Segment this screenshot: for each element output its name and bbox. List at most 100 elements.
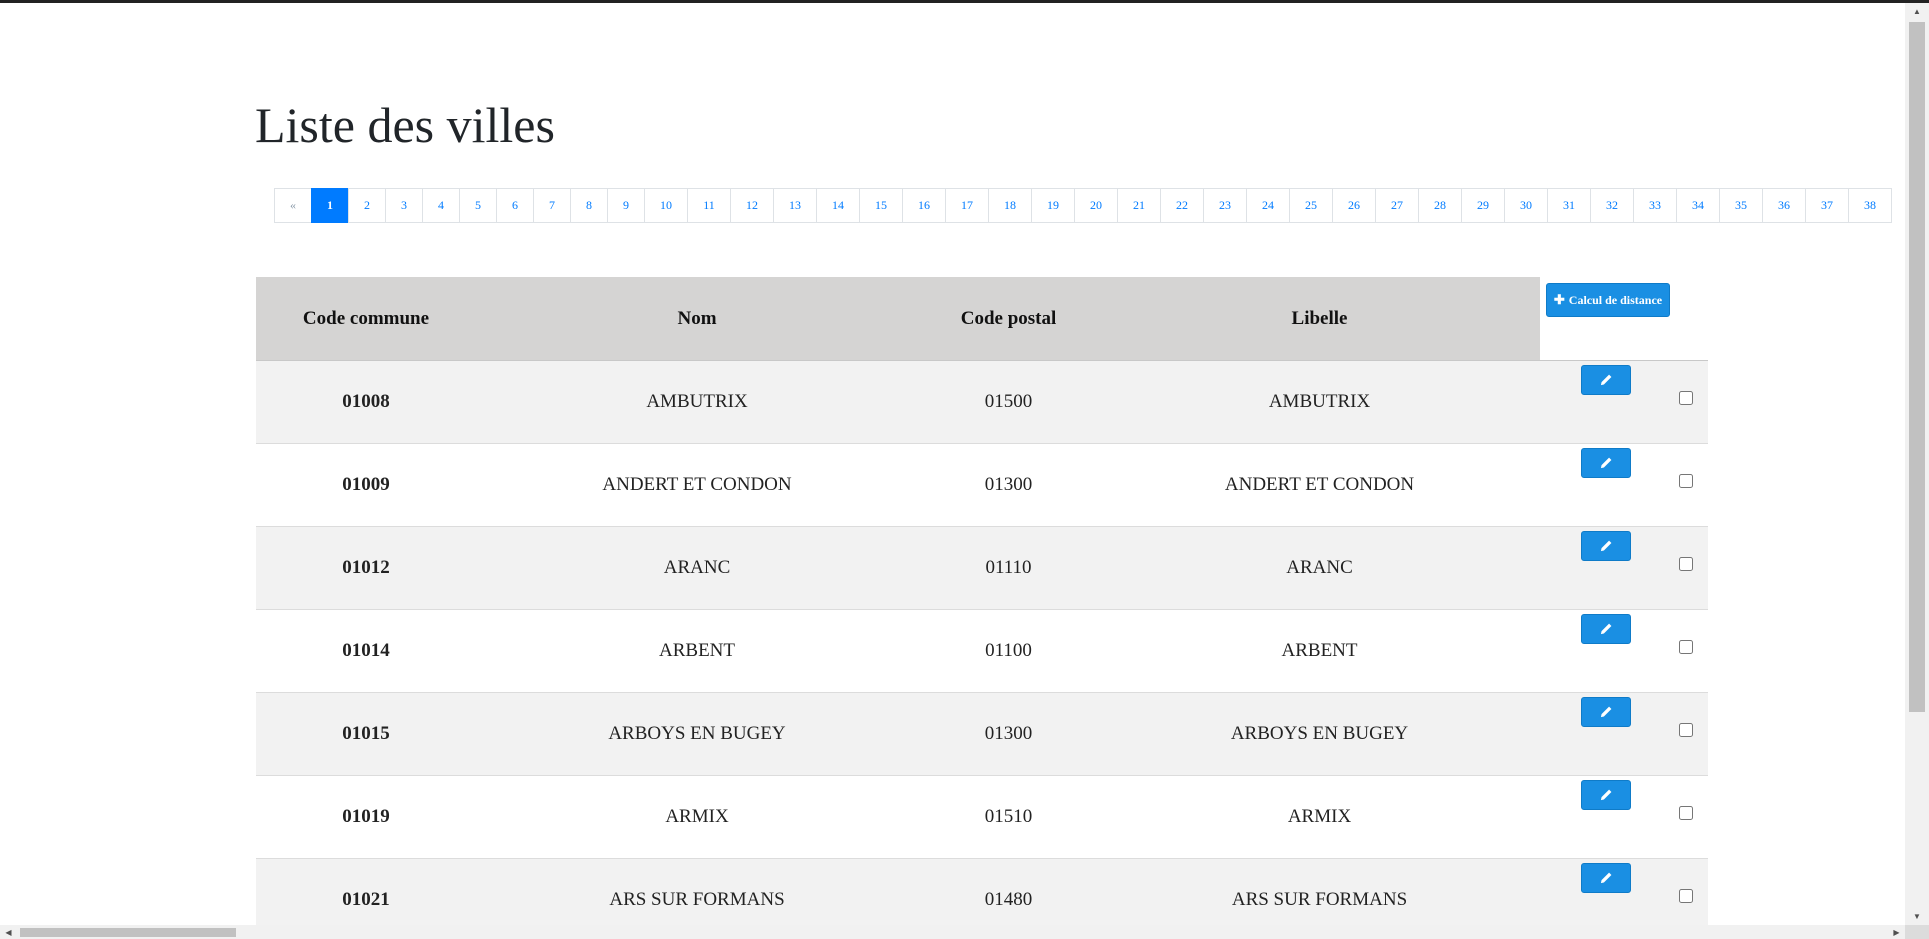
table-body: 01008 AMBUTRIX 01500 AMBUTRIX 01009 ANDERT ET…	[256, 360, 1708, 925]
pagination-page[interactable]: 29	[1461, 188, 1505, 223]
pagination-page[interactable]: 6	[496, 188, 534, 223]
pagination-page[interactable]: 9	[607, 188, 645, 223]
row-select-checkbox[interactable]	[1678, 474, 1693, 488]
pagination-page[interactable]: 35	[1719, 188, 1763, 223]
pagination-page[interactable]: 5	[459, 188, 497, 223]
pencil-icon	[1599, 622, 1613, 636]
pencil-icon	[1599, 539, 1613, 553]
cell-select	[1663, 858, 1708, 925]
header-code-commune: Code commune	[256, 277, 476, 361]
cell-libelle: AMBUTRIX	[1099, 360, 1540, 444]
pagination-page[interactable]: 13	[773, 188, 817, 223]
header-libelle: Libelle	[1099, 277, 1540, 361]
pagination-page[interactable]: 30	[1504, 188, 1548, 223]
scroll-up-icon[interactable]: ▲	[1905, 3, 1929, 20]
pagination: « 1 2 3 4 5 6 7 8 9 10 11 12 13 14 15 16 17 18 19 20 21 22 23 2…	[274, 188, 1892, 223]
pagination-page[interactable]: 17	[945, 188, 989, 223]
pagination-page[interactable]: 21	[1117, 188, 1161, 223]
pagination-page[interactable]: 27	[1375, 188, 1419, 223]
table-row: 01009 ANDERT ET CONDON 01300 ANDERT ET COND…	[256, 443, 1708, 527]
scrollbar-corner	[1905, 925, 1929, 939]
cities-table-container: Code commune Nom Code postal Libelle ✚ C…	[256, 277, 1708, 925]
pagination-page[interactable]: 31	[1547, 188, 1591, 223]
cell-nom: ARMIX	[476, 775, 918, 859]
pagination-page[interactable]: 34	[1676, 188, 1720, 223]
cell-nom: ARS SUR FORMANS	[476, 858, 918, 925]
pagination-page[interactable]: 10	[644, 188, 688, 223]
edit-button[interactable]	[1581, 780, 1631, 810]
cell-code-postal: 01500	[918, 360, 1099, 444]
scroll-right-icon[interactable]: ▶	[1888, 925, 1905, 939]
cell-code-commune: 01015	[256, 692, 476, 776]
pencil-icon	[1599, 788, 1613, 802]
cell-code-postal: 01100	[918, 609, 1099, 693]
table-row: 01008 AMBUTRIX 01500 AMBUTRIX	[256, 360, 1708, 444]
edit-button[interactable]	[1581, 863, 1631, 893]
pagination-page[interactable]: 38	[1848, 188, 1892, 223]
cell-code-commune: 01008	[256, 360, 476, 444]
pencil-icon	[1599, 705, 1613, 719]
pagination-page[interactable]: 26	[1332, 188, 1376, 223]
cell-libelle: ARS SUR FORMANS	[1099, 858, 1540, 925]
header-actions: ✚ Calcul de distance	[1540, 277, 1670, 361]
cell-libelle: ARBENT	[1099, 609, 1540, 693]
table-header-row: Code commune Nom Code postal Libelle ✚ C…	[256, 277, 1708, 361]
edit-button[interactable]	[1581, 365, 1631, 395]
pagination-page[interactable]: 19	[1031, 188, 1075, 223]
cell-code-postal: 01510	[918, 775, 1099, 859]
scroll-down-icon[interactable]: ▼	[1905, 908, 1929, 925]
cell-edit	[1540, 443, 1663, 527]
row-select-checkbox[interactable]	[1678, 889, 1693, 903]
calcul-distance-button[interactable]: ✚ Calcul de distance	[1546, 283, 1670, 317]
pagination-page[interactable]: 11	[687, 188, 731, 223]
cell-nom: ANDERT ET CONDON	[476, 443, 918, 527]
cell-libelle: ANDERT ET CONDON	[1099, 443, 1540, 527]
scroll-left-icon[interactable]: ◀	[0, 925, 17, 939]
pagination-page[interactable]: 22	[1160, 188, 1204, 223]
cell-nom: ARBENT	[476, 609, 918, 693]
pagination-page[interactable]: 28	[1418, 188, 1462, 223]
horizontal-scrollbar[interactable]: ◀ ▶	[0, 925, 1905, 939]
pagination-page[interactable]: 16	[902, 188, 946, 223]
horizontal-scroll-thumb[interactable]	[20, 928, 236, 937]
pagination-page[interactable]: 7	[533, 188, 571, 223]
pagination-page[interactable]: 24	[1246, 188, 1290, 223]
row-select-checkbox[interactable]	[1678, 806, 1693, 820]
pagination-prev[interactable]: «	[274, 188, 312, 223]
row-select-checkbox[interactable]	[1678, 723, 1693, 737]
pagination-page[interactable]: 25	[1289, 188, 1333, 223]
header-code-postal: Code postal	[918, 277, 1099, 361]
row-select-checkbox[interactable]	[1678, 557, 1693, 571]
pagination-page[interactable]: 18	[988, 188, 1032, 223]
edit-button[interactable]	[1581, 448, 1631, 478]
pagination-page[interactable]: 33	[1633, 188, 1677, 223]
pagination-page[interactable]: 14	[816, 188, 860, 223]
cell-select	[1663, 692, 1708, 776]
row-select-checkbox[interactable]	[1678, 640, 1693, 654]
table-row: 01021 ARS SUR FORMANS 01480 ARS SUR FORMANS	[256, 858, 1708, 925]
cell-libelle: ARBOYS EN BUGEY	[1099, 692, 1540, 776]
table-row: 01014 ARBENT 01100 ARBENT	[256, 609, 1708, 693]
vertical-scrollbar[interactable]: ▲ ▼	[1905, 3, 1929, 925]
edit-button[interactable]	[1581, 531, 1631, 561]
cell-nom: ARANC	[476, 526, 918, 610]
row-select-checkbox[interactable]	[1678, 391, 1693, 405]
cell-select	[1663, 609, 1708, 693]
pagination-page[interactable]: 12	[730, 188, 774, 223]
pagination-page[interactable]: 4	[422, 188, 460, 223]
pagination-page[interactable]: 36	[1762, 188, 1806, 223]
cell-edit	[1540, 526, 1663, 610]
pagination-page[interactable]: 3	[385, 188, 423, 223]
pagination-page[interactable]: 8	[570, 188, 608, 223]
pagination-page[interactable]: 1	[311, 188, 349, 223]
pagination-page[interactable]: 15	[859, 188, 903, 223]
pagination-page[interactable]: 32	[1590, 188, 1634, 223]
edit-button[interactable]	[1581, 614, 1631, 644]
cell-select	[1663, 775, 1708, 859]
pagination-page[interactable]: 23	[1203, 188, 1247, 223]
pagination-page[interactable]: 2	[348, 188, 386, 223]
vertical-scroll-thumb[interactable]	[1909, 22, 1925, 712]
edit-button[interactable]	[1581, 697, 1631, 727]
pagination-page[interactable]: 20	[1074, 188, 1118, 223]
pagination-page[interactable]: 37	[1805, 188, 1849, 223]
